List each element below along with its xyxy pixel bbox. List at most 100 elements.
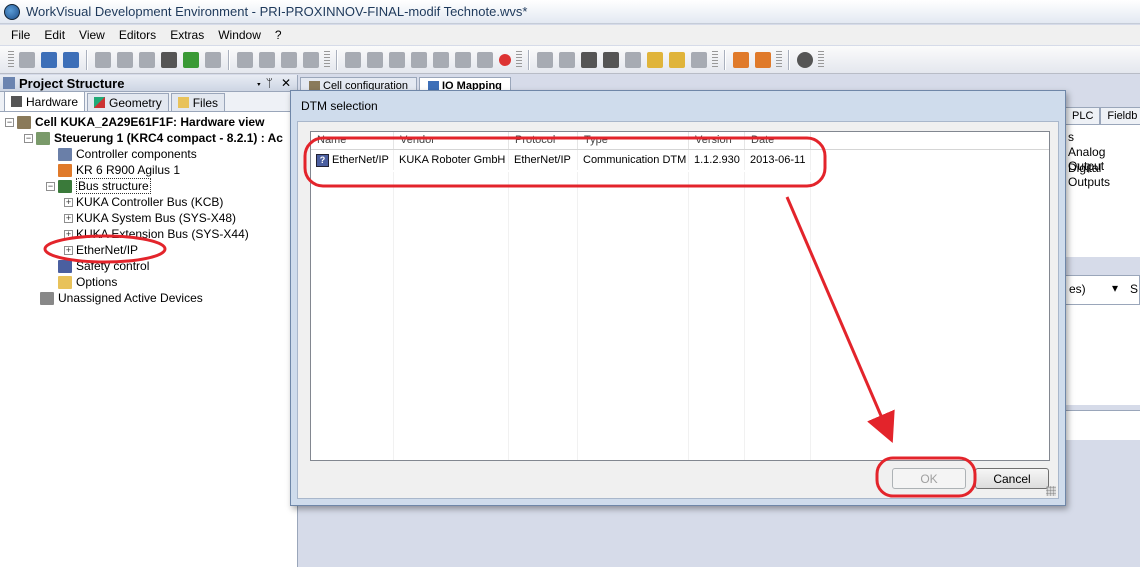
cut-icon[interactable]	[95, 51, 111, 68]
undo-icon[interactable]	[259, 51, 275, 68]
delete-icon[interactable]	[161, 51, 177, 68]
help-icon[interactable]	[797, 51, 813, 68]
zoom-icon[interactable]	[625, 51, 641, 68]
tree-node-safety-control[interactable]: Safety control	[0, 258, 297, 274]
expand-icon[interactable]: +	[64, 245, 73, 255]
tree-node-cell[interactable]: − Cell KUKA_2A29E61F1F: Hardware view	[0, 114, 297, 130]
s-label: S	[1130, 282, 1139, 296]
menu-window[interactable]: Window	[211, 28, 268, 42]
chevron-down-icon[interactable]: ▾	[1112, 281, 1118, 295]
ok-button[interactable]: OK	[892, 468, 966, 489]
collapse-icon[interactable]: −	[24, 133, 33, 143]
collapse-icon[interactable]: −	[46, 181, 55, 191]
toolbar-grip[interactable]	[516, 50, 522, 69]
robot-icon[interactable]	[537, 51, 553, 68]
cell-icon	[17, 115, 31, 129]
tree-node-options[interactable]: Options	[0, 274, 297, 290]
column-version[interactable]: Version	[689, 132, 745, 149]
transfer-icon[interactable]	[733, 51, 749, 68]
debug-icon[interactable]	[477, 51, 493, 68]
stop-icon[interactable]	[433, 51, 449, 68]
column-filler	[811, 132, 1049, 149]
pin-icon[interactable]: ▾ ᛘ	[255, 76, 273, 90]
tree-node-sys-x44[interactable]: + KUKA Extension Bus (SYS-X44)	[0, 226, 297, 242]
filter-dropdown-value: es)	[1069, 282, 1086, 296]
tree-node-sys-x48[interactable]: + KUKA System Bus (SYS-X48)	[0, 210, 297, 226]
toolbar-grip[interactable]	[324, 50, 330, 69]
menu-help[interactable]: ?	[268, 28, 289, 42]
menu-file[interactable]: File	[4, 28, 37, 42]
save-icon[interactable]	[63, 51, 79, 68]
edit-icon[interactable]	[647, 51, 663, 68]
resize-grip[interactable]	[1046, 486, 1056, 496]
tree-node-robot[interactable]: KR 6 R900 Agilus 1	[0, 162, 297, 178]
menu-bar: File Edit View Editors Extras Window ?	[0, 25, 1140, 45]
record-icon[interactable]	[499, 53, 511, 66]
close-icon[interactable]: ✕	[281, 76, 291, 90]
panel-header: Project Structure ▾ ᛘ ✕	[0, 75, 297, 92]
menu-edit[interactable]: Edit	[37, 28, 72, 42]
cell-version: 1.1.2.930	[689, 150, 745, 170]
add-icon[interactable]	[183, 51, 199, 68]
tree-node-ethernet-ip[interactable]: + EtherNet/IP	[0, 242, 297, 258]
hardware-icon	[11, 96, 22, 107]
redo-icon[interactable]	[281, 51, 297, 68]
tab-hardware[interactable]: Hardware	[4, 91, 86, 111]
io-status-background	[1065, 410, 1140, 440]
menu-view[interactable]: View	[72, 28, 112, 42]
document-dropdown-icon[interactable]	[303, 51, 319, 68]
replace-icon[interactable]	[205, 51, 221, 68]
tree-node-kcb[interactable]: + KUKA Controller Bus (KCB)	[0, 194, 297, 210]
expand-icon[interactable]: +	[64, 229, 73, 239]
filter-dropdown[interactable]: es) ▾ S	[1065, 275, 1140, 305]
tree-node-bus-structure[interactable]: − Bus structure	[0, 178, 297, 194]
app-icon	[4, 3, 20, 20]
table-row[interactable]: ? EtherNet/IP KUKA Roboter GmbH EtherNet…	[311, 150, 1049, 170]
tab-files[interactable]: Files	[170, 93, 226, 111]
toolbar-grip[interactable]	[776, 50, 782, 69]
expand-icon[interactable]: +	[64, 213, 73, 223]
toolbar-grip[interactable]	[818, 50, 824, 69]
tool-icon[interactable]	[345, 51, 361, 68]
column-vendor[interactable]: Vendor	[394, 132, 509, 149]
cancel-button[interactable]: Cancel	[975, 468, 1049, 489]
package-icon[interactable]	[691, 51, 707, 68]
tools-icon[interactable]	[581, 51, 597, 68]
tree-node-controller-components[interactable]: Controller components	[0, 146, 297, 162]
deploy-icon[interactable]	[755, 51, 771, 68]
paste-icon[interactable]	[139, 51, 155, 68]
bus-icon	[58, 179, 72, 193]
expand-icon[interactable]: +	[64, 197, 73, 207]
window-title: WorkVisual Development Environment - PRI…	[26, 4, 528, 19]
column-protocol[interactable]: Protocol	[509, 132, 578, 149]
tab-geometry[interactable]: Geometry	[87, 93, 169, 111]
notes-icon[interactable]	[669, 51, 685, 68]
dtm-selection-dialog: DTM selection Name Vendor Protocol Type …	[290, 90, 1066, 506]
lock-icon[interactable]	[603, 51, 619, 68]
play-icon[interactable]	[367, 51, 383, 68]
tree-node-controller[interactable]: − Steuerung 1 (KRC4 compact - 8.2.1) : A…	[0, 130, 297, 146]
project-structure-icon	[3, 77, 15, 89]
tab-fieldbus[interactable]: Fieldb	[1100, 107, 1140, 125]
toolbar-grip[interactable]	[712, 50, 718, 69]
toolbar-separator	[336, 49, 338, 70]
menu-editors[interactable]: Editors	[112, 28, 163, 42]
menu-extras[interactable]: Extras	[163, 28, 211, 42]
collapse-icon[interactable]: −	[5, 117, 14, 127]
copy-icon[interactable]	[117, 51, 133, 68]
pause-icon[interactable]	[389, 51, 405, 68]
step-icon[interactable]	[411, 51, 427, 68]
open-icon[interactable]	[41, 51, 57, 68]
dtm-list[interactable]: Name Vendor Protocol Type Version Date ?…	[310, 131, 1050, 461]
inspect-icon[interactable]	[455, 51, 471, 68]
io-list-item[interactable]: Digital Outputs	[1068, 161, 1140, 189]
tree-node-unassigned-devices[interactable]: Unassigned Active Devices	[0, 290, 297, 306]
column-type[interactable]: Type	[578, 132, 689, 149]
toolbar-grip[interactable]	[8, 50, 14, 69]
tab-plc[interactable]: PLC	[1065, 107, 1101, 125]
network-icon[interactable]	[559, 51, 575, 68]
print-icon[interactable]	[237, 51, 253, 68]
new-file-icon[interactable]	[19, 51, 35, 68]
column-name[interactable]: Name	[311, 132, 394, 149]
column-date[interactable]: Date	[745, 132, 811, 149]
